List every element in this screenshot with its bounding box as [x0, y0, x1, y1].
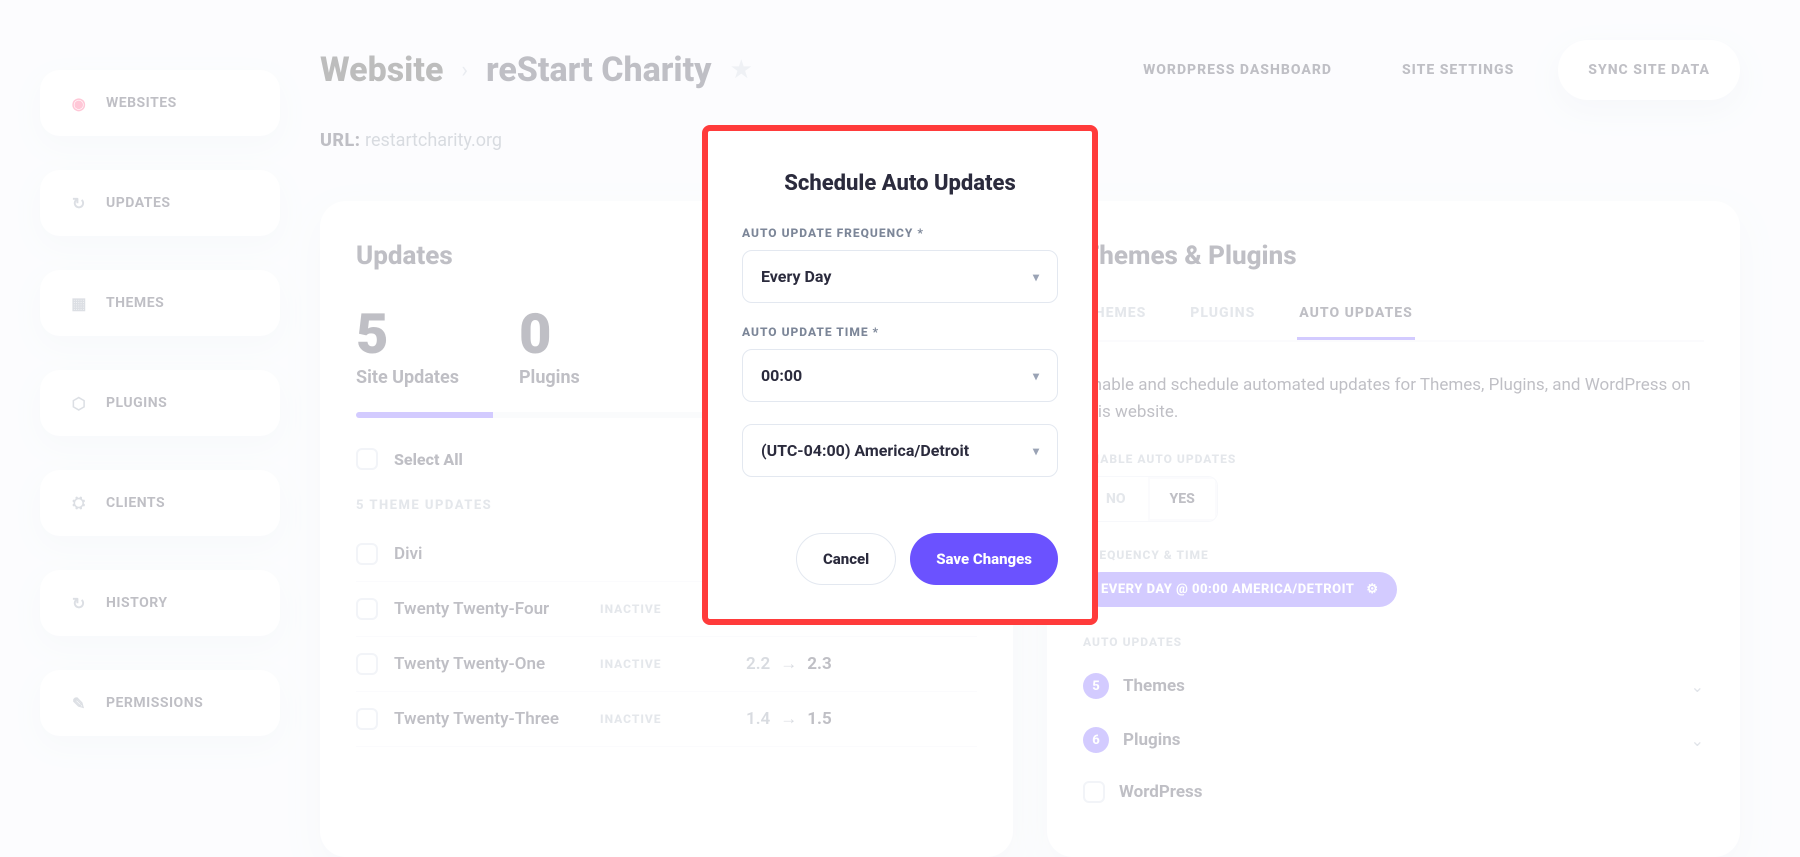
chevron-down-icon: ▾ [1033, 270, 1039, 284]
chevron-down-icon: ▾ [1033, 444, 1039, 458]
modal-overlay: Schedule Auto Updates AUTO UPDATE FREQUE… [0, 0, 1800, 857]
time-label: AUTO UPDATE TIME * [742, 325, 1058, 339]
schedule-modal: Schedule Auto Updates AUTO UPDATE FREQUE… [708, 131, 1092, 619]
cancel-button[interactable]: Cancel [796, 533, 896, 585]
timezone-select[interactable]: (UTC-04:00) America/Detroit▾ [742, 424, 1058, 477]
frequency-label: AUTO UPDATE FREQUENCY * [742, 226, 1058, 240]
save-button[interactable]: Save Changes [910, 533, 1058, 585]
modal-title: Schedule Auto Updates [742, 171, 1058, 196]
frequency-select[interactable]: Every Day▾ [742, 250, 1058, 303]
chevron-down-icon: ▾ [1033, 369, 1039, 383]
time-select[interactable]: 00:00▾ [742, 349, 1058, 402]
